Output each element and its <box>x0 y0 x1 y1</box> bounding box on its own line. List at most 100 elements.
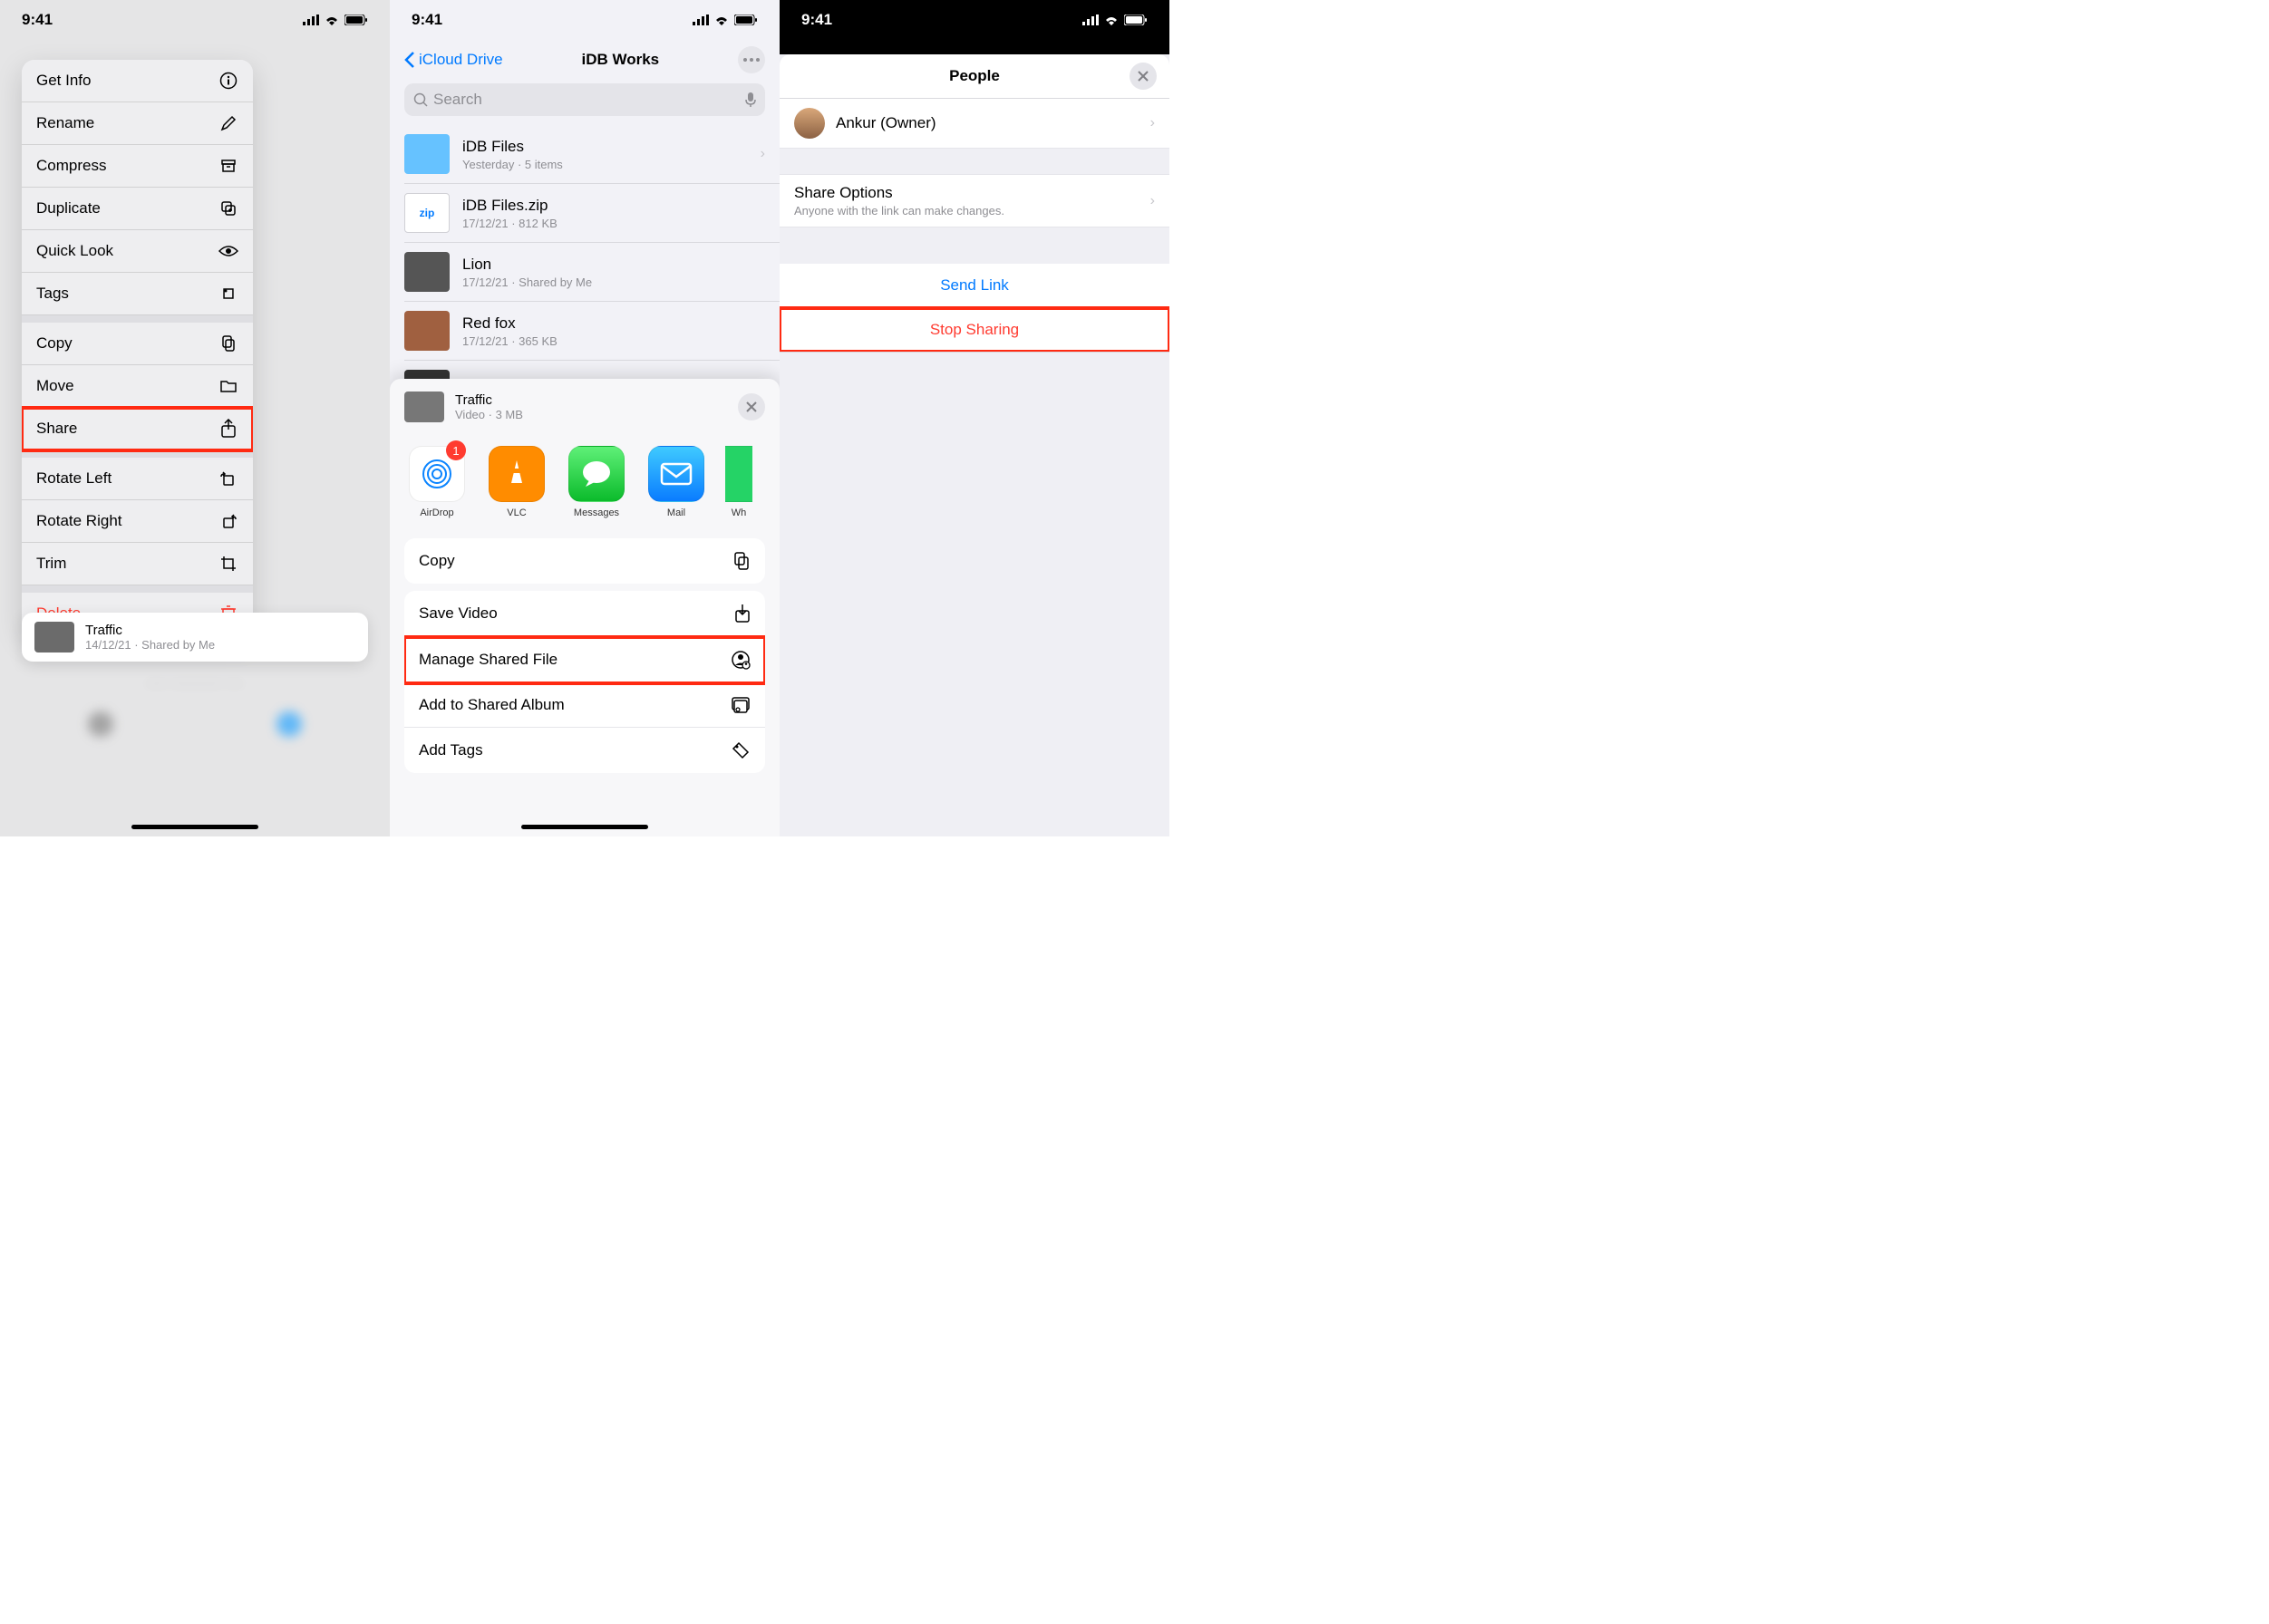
menu-quick-look[interactable]: Quick Look <box>22 230 253 273</box>
option-title: Share Options <box>794 184 1004 202</box>
folder-icon <box>218 376 238 396</box>
ellipsis-icon <box>743 58 760 62</box>
share-sheet: Traffic Video · 3 MB 1 AirDrop VLC Messa… <box>390 379 780 836</box>
file-meta: 17/12/21 · 812 KB <box>462 217 558 230</box>
status-time: 9:41 <box>801 11 832 29</box>
cellular-icon <box>303 14 319 25</box>
tag-icon <box>218 284 238 304</box>
rotate-right-icon <box>218 511 238 531</box>
action-label: Add to Shared Album <box>419 696 565 714</box>
action-add-shared-album[interactable]: Add to Shared Album <box>404 683 765 728</box>
mail-icon <box>648 446 704 502</box>
menu-label: Rename <box>36 114 94 132</box>
menu-rotate-right[interactable]: Rotate Right <box>22 500 253 543</box>
status-icons <box>303 14 368 25</box>
app-label: Mail <box>667 508 685 518</box>
search-placeholder: Search <box>433 91 482 109</box>
section-gap <box>780 227 1169 264</box>
file-preview-card[interactable]: Traffic 14/12/21 · Shared by Me <box>22 613 368 662</box>
sheet-title: People <box>949 67 1000 85</box>
section-gap <box>780 149 1169 174</box>
status-time: 9:41 <box>412 11 442 29</box>
menu-label: Rotate Right <box>36 512 122 530</box>
copy-icon <box>218 334 238 353</box>
back-button[interactable]: iCloud Drive <box>404 51 503 69</box>
home-indicator[interactable] <box>521 825 648 829</box>
menu-label: Share <box>36 420 77 438</box>
mic-icon[interactable] <box>745 92 756 108</box>
action-label: Add Tags <box>419 741 483 759</box>
menu-trim[interactable]: Trim <box>22 543 253 585</box>
close-button[interactable] <box>738 393 765 420</box>
send-link-button[interactable]: Send Link <box>780 264 1169 308</box>
back-label: iCloud Drive <box>419 51 503 69</box>
app-label: AirDrop <box>420 508 453 518</box>
menu-separator <box>22 585 253 593</box>
rotate-left-icon <box>218 469 238 488</box>
action-manage-shared[interactable]: Manage Shared File <box>404 637 765 683</box>
menu-share[interactable]: Share <box>22 408 253 450</box>
info-icon <box>218 71 238 91</box>
battery-icon <box>344 14 368 25</box>
menu-label: Rotate Left <box>36 469 112 488</box>
people-sheet: People Ankur (Owner) › Share Options Any… <box>780 54 1169 353</box>
app-whatsapp[interactable]: Wh <box>725 446 752 518</box>
more-button[interactable] <box>738 46 765 73</box>
menu-move[interactable]: Move <box>22 365 253 408</box>
action-save-video[interactable]: Save Video <box>404 591 765 637</box>
person-row[interactable]: Ankur (Owner) › <box>780 99 1169 149</box>
app-vlc[interactable]: VLC <box>486 446 548 518</box>
menu-separator <box>22 450 253 458</box>
eye-icon <box>218 241 238 261</box>
file-meta: Yesterday · 5 items <box>462 158 563 171</box>
chevron-right-icon: › <box>1150 115 1155 131</box>
action-label: Copy <box>419 552 455 570</box>
menu-duplicate[interactable]: Duplicate <box>22 188 253 230</box>
sheet-title: Traffic <box>455 392 523 408</box>
file-row[interactable]: Red fox17/12/21 · 365 KB <box>404 302 780 361</box>
menu-rotate-left[interactable]: Rotate Left <box>22 458 253 500</box>
share-options-row[interactable]: Share Options Anyone with the link can m… <box>780 174 1169 227</box>
file-row-folder[interactable]: iDB FilesYesterday · 5 items › <box>404 125 780 184</box>
cellular-icon <box>693 14 709 25</box>
file-meta: 14/12/21 · Shared by Me <box>85 638 215 652</box>
app-label: Wh <box>732 508 747 518</box>
file-name: Lion <box>462 256 592 274</box>
stop-sharing-button[interactable]: Stop Sharing <box>780 308 1169 352</box>
menu-get-info[interactable]: Get Info <box>22 60 253 102</box>
menu-tags[interactable]: Tags <box>22 273 253 315</box>
action-copy[interactable]: Copy <box>404 538 765 584</box>
menu-copy[interactable]: Copy <box>22 323 253 365</box>
people-icon <box>731 650 751 670</box>
app-messages[interactable]: Messages <box>566 446 627 518</box>
menu-separator <box>22 315 253 323</box>
search-input[interactable]: Search <box>404 83 765 116</box>
person-name: Ankur (Owner) <box>836 114 1139 132</box>
file-row-zip[interactable]: zip iDB Files.zip17/12/21 · 812 KB <box>404 184 780 243</box>
status-icons <box>1082 14 1148 25</box>
archive-icon <box>218 156 238 176</box>
file-name: iDB Files.zip <box>462 197 558 215</box>
status-bar: 9:41 <box>390 0 780 40</box>
file-name: Traffic <box>85 623 215 638</box>
wifi-icon <box>325 14 339 25</box>
share-app-row: 1 AirDrop VLC Messages Mail Wh <box>390 435 780 531</box>
option-subtitle: Anyone with the link can make changes. <box>794 204 1004 218</box>
menu-rename[interactable]: Rename <box>22 102 253 145</box>
app-mail[interactable]: Mail <box>645 446 707 518</box>
action-group: Copy <box>404 538 765 584</box>
home-indicator[interactable] <box>131 825 258 829</box>
action-add-tags[interactable]: Add Tags <box>404 728 765 773</box>
file-row[interactable]: Lion17/12/21 · Shared by Me <box>404 243 780 302</box>
crop-icon <box>218 554 238 574</box>
battery-icon <box>734 14 758 25</box>
cellular-icon <box>1082 14 1099 25</box>
menu-compress[interactable]: Compress <box>22 145 253 188</box>
album-icon <box>731 696 751 714</box>
app-label: Messages <box>574 508 619 518</box>
search-icon <box>413 92 428 107</box>
duplicate-icon <box>218 198 238 218</box>
close-button[interactable] <box>1130 63 1157 90</box>
image-thumbnail <box>404 252 450 292</box>
app-airdrop[interactable]: 1 AirDrop <box>406 446 468 518</box>
